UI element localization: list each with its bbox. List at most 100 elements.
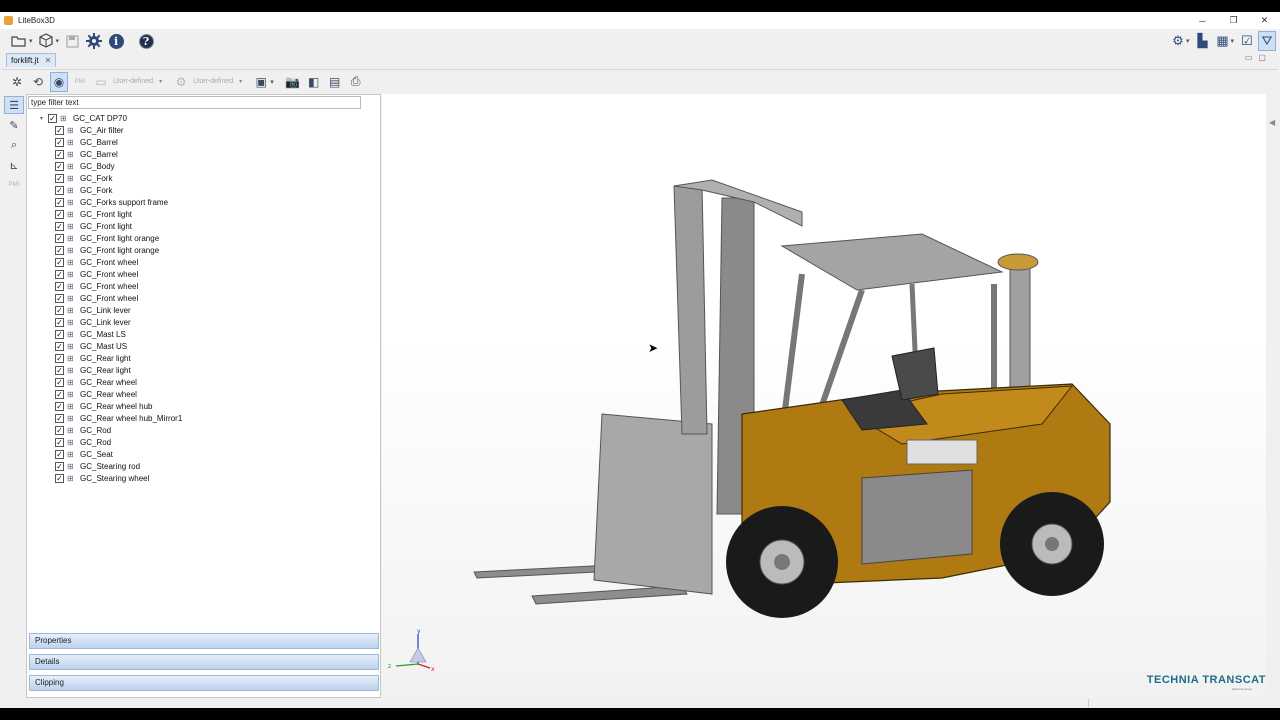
- tree-item[interactable]: ✓ ⊞ GC_Barrel: [27, 148, 377, 160]
- visibility-checkbox[interactable]: ✓: [55, 473, 64, 483]
- tree-item[interactable]: ✓ ⊞ GC_Seat: [27, 448, 377, 460]
- tree-item[interactable]: ✓ ⊞ GC_Rear wheel hub_Mirror1: [27, 412, 377, 424]
- measure-tool-icon[interactable]: ⊾: [4, 156, 24, 174]
- camera-settings-icon[interactable]: ◧: [305, 72, 323, 92]
- tree-item[interactable]: ✓ ⊞ GC_Mast LS: [27, 328, 377, 340]
- visibility-checkbox[interactable]: ✓: [55, 425, 64, 435]
- grid-layout-icon[interactable]: ▦: [1213, 31, 1231, 51]
- tree-root[interactable]: ▾ ✓ ⊞ GC_CAT DP70: [27, 112, 377, 124]
- visibility-checkbox[interactable]: ✓: [55, 125, 64, 135]
- visibility-checkbox[interactable]: ✓: [55, 269, 64, 279]
- tree-item[interactable]: ✓ ⊞ GC_Front light orange: [27, 244, 377, 256]
- tree-item[interactable]: ✓ ⊞ GC_Front wheel: [27, 256, 377, 268]
- visibility-checkbox[interactable]: ✓: [55, 353, 64, 363]
- tree-item[interactable]: ✓ ⊞ GC_Rear light: [27, 364, 377, 376]
- tree-item[interactable]: ✓ ⊞ GC_Front light: [27, 208, 377, 220]
- restore-button[interactable]: ❐: [1218, 12, 1249, 29]
- database-dropdown-icon[interactable]: ▾: [270, 78, 274, 86]
- tree-item[interactable]: ✓ ⊞ GC_Stearing rod: [27, 460, 377, 472]
- package-icon[interactable]: [37, 31, 55, 51]
- visibility-checkbox[interactable]: ✓: [55, 449, 64, 459]
- clip-icon[interactable]: ▤: [326, 72, 344, 92]
- visibility-checkbox[interactable]: ✓: [55, 413, 64, 423]
- visibility-checkbox[interactable]: ✓: [55, 461, 64, 471]
- visibility-checkbox[interactable]: ✓: [55, 137, 64, 147]
- database-icon[interactable]: ▣: [252, 72, 270, 92]
- visibility-checkbox[interactable]: ✓: [55, 437, 64, 447]
- visibility-checkbox[interactable]: ✓: [55, 305, 64, 315]
- visibility-checkbox[interactable]: ✓: [55, 257, 64, 267]
- visibility-checkbox[interactable]: ✓: [55, 221, 64, 231]
- close-button[interactable]: ✕: [1249, 12, 1280, 29]
- tab-close-icon[interactable]: ✕: [45, 56, 52, 65]
- properties-panel-header[interactable]: Properties: [29, 633, 379, 649]
- tree-item[interactable]: ✓ ⊞ GC_Body: [27, 160, 377, 172]
- tree-item[interactable]: ✓ ⊞ GC_Link lever: [27, 304, 377, 316]
- filter-view-icon[interactable]: ⛛: [1258, 31, 1276, 51]
- camera-preset-icon[interactable]: ⚙: [172, 72, 190, 92]
- grid-dropdown-icon[interactable]: ▾: [1230, 37, 1234, 45]
- clipping-panel-header[interactable]: Clipping: [29, 675, 379, 691]
- view-preset-dropdown[interactable]: User-defined ▾: [113, 78, 162, 85]
- package-dropdown-icon[interactable]: ▾: [56, 37, 60, 45]
- tab-forklift[interactable]: forklift.jt ✕: [6, 53, 57, 67]
- assembly-dropdown-icon[interactable]: ▾: [1186, 37, 1190, 45]
- visibility-checkbox[interactable]: ✓: [55, 185, 64, 195]
- visibility-checkbox[interactable]: ✓: [55, 233, 64, 243]
- open-dropdown-icon[interactable]: ▾: [29, 37, 33, 45]
- view-mode-icon[interactable]: ◉: [50, 71, 68, 92]
- visibility-checkbox[interactable]: ✓: [55, 245, 64, 255]
- tree-item[interactable]: ✓ ⊞ GC_Fork: [27, 184, 377, 196]
- rotate-parts-icon[interactable]: ⟲: [29, 72, 47, 92]
- tab-area-controls[interactable]: ▭▢: [1245, 53, 1272, 62]
- collapse-arrow-icon[interactable]: ◀: [1269, 118, 1275, 127]
- tree-item[interactable]: ✓ ⊞ GC_Fork: [27, 172, 377, 184]
- pmi-panel-icon[interactable]: PMI: [4, 176, 24, 194]
- tree-item[interactable]: ✓ ⊞ GC_Rear light: [27, 352, 377, 364]
- visibility-checkbox[interactable]: ✓: [55, 161, 64, 171]
- tree-item[interactable]: ✓ ⊞ GC_Rear wheel: [27, 376, 377, 388]
- info-button[interactable]: i: [107, 31, 125, 51]
- tree-item[interactable]: ✓ ⊞ GC_Front light orange: [27, 232, 377, 244]
- print-icon[interactable]: ⎙: [347, 72, 365, 92]
- tree-item[interactable]: ✓ ⊞ GC_Front wheel: [27, 280, 377, 292]
- details-panel-header[interactable]: Details: [29, 654, 379, 670]
- visibility-checkbox[interactable]: ✓: [55, 197, 64, 207]
- tree-item[interactable]: ✓ ⊞ GC_Rod: [27, 424, 377, 436]
- visibility-checkbox[interactable]: ✓: [55, 365, 64, 375]
- minimize-button[interactable]: ─: [1187, 12, 1218, 29]
- visibility-checkbox[interactable]: ✓: [48, 113, 57, 123]
- tree-item[interactable]: ✓ ⊞ GC_Rod: [27, 436, 377, 448]
- tree-item[interactable]: ✓ ⊞ GC_Air filter: [27, 124, 377, 136]
- measure-icon[interactable]: ▙: [1193, 31, 1211, 51]
- visibility-checkbox[interactable]: ✓: [55, 329, 64, 339]
- view-preset-icon[interactable]: ▭: [92, 72, 110, 92]
- folder-open-icon[interactable]: [10, 31, 28, 51]
- tree-item[interactable]: ✓ ⊞ GC_Link lever: [27, 316, 377, 328]
- help-button[interactable]: ?: [137, 31, 155, 51]
- filter-input[interactable]: type filter text: [28, 96, 361, 109]
- tree-item[interactable]: ✓ ⊞ GC_Front wheel: [27, 268, 377, 280]
- tree-item[interactable]: ✓ ⊞ GC_Mast US: [27, 340, 377, 352]
- check-view-icon[interactable]: ☑: [1238, 31, 1256, 51]
- 3d-viewport[interactable]: ➤ y z x TECHNIA TRANSCAT addnode group: [382, 94, 1266, 698]
- tree-item[interactable]: ✓ ⊞ GC_Barrel: [27, 136, 377, 148]
- tree-item[interactable]: ✓ ⊞ GC_Rear wheel: [27, 388, 377, 400]
- search-parts-icon[interactable]: ⌕: [4, 136, 24, 154]
- visibility-checkbox[interactable]: ✓: [55, 293, 64, 303]
- expand-icon[interactable]: ▾: [40, 115, 48, 122]
- camera-preset-dropdown[interactable]: User-defined ▾: [193, 78, 242, 85]
- structure-tree-icon[interactable]: ☰: [4, 96, 24, 114]
- visibility-checkbox[interactable]: ✓: [55, 149, 64, 159]
- visibility-checkbox[interactable]: ✓: [55, 389, 64, 399]
- gear-icon[interactable]: [85, 31, 103, 51]
- explode-icon[interactable]: ✲: [8, 72, 26, 92]
- tree-item[interactable]: ✓ ⊞ GC_Front light: [27, 220, 377, 232]
- tree-item[interactable]: ✓ ⊞ GC_Front wheel: [27, 292, 377, 304]
- tree-item[interactable]: ✓ ⊞ GC_Stearing wheel: [27, 472, 377, 484]
- visibility-checkbox[interactable]: ✓: [55, 209, 64, 219]
- pmi-view-icon[interactable]: PMI: [71, 72, 89, 92]
- markup-pen-icon[interactable]: ✎: [4, 116, 24, 134]
- assembly-tools-icon[interactable]: ⚙: [1169, 31, 1187, 51]
- save-icon[interactable]: [63, 31, 81, 51]
